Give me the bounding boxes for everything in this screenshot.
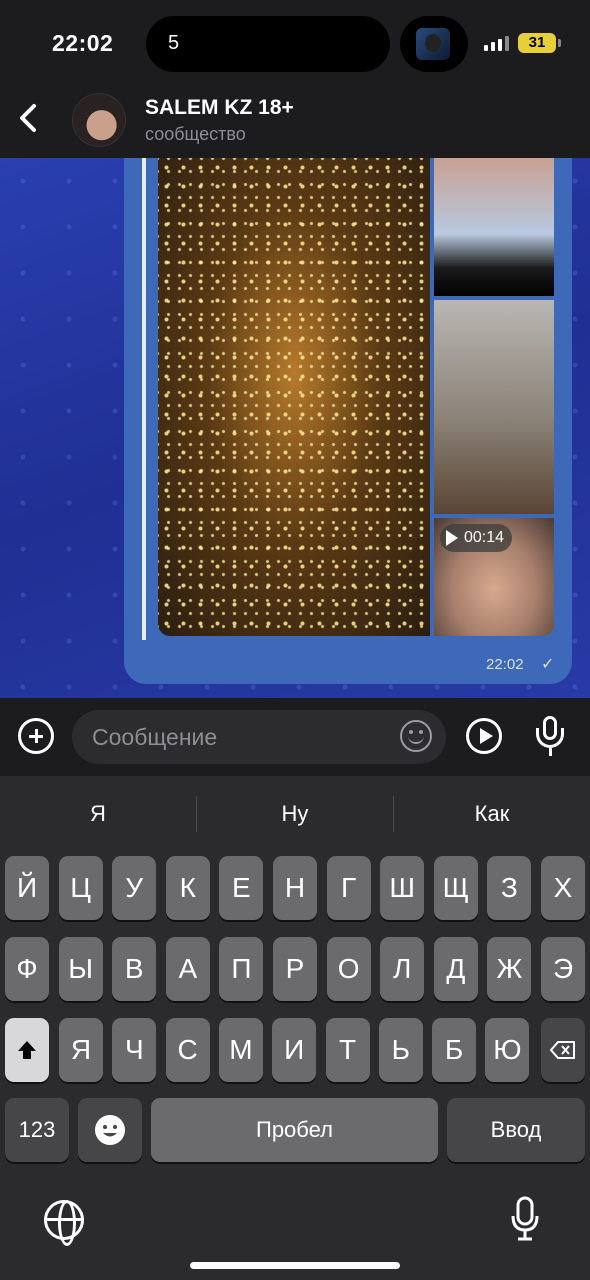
- backspace-icon: [550, 1041, 575, 1059]
- key-row3-6[interactable]: Ь: [378, 1018, 423, 1082]
- emoji-keyboard-key[interactable]: [78, 1098, 142, 1162]
- mic-icon-arc: [536, 728, 564, 748]
- backspace-key[interactable]: [541, 1018, 585, 1082]
- mic-icon-stem: [548, 748, 552, 756]
- key-row1-1[interactable]: Ц: [58, 856, 103, 920]
- media-photo-2[interactable]: [434, 158, 554, 296]
- suggestion-2[interactable]: Ну: [197, 776, 393, 852]
- key-row1-10[interactable]: Х: [541, 856, 585, 920]
- key-row3-8[interactable]: Ю: [485, 1018, 530, 1082]
- chat-header: SALEM KZ 18+ сообщество: [0, 84, 590, 158]
- forward-quote-bar: [142, 158, 146, 640]
- key-row1-9[interactable]: З: [487, 856, 532, 920]
- return-key[interactable]: Ввод: [447, 1098, 585, 1162]
- attach-button[interactable]: [18, 718, 54, 754]
- chevron-left-icon: [20, 104, 36, 132]
- message-input[interactable]: [72, 710, 446, 764]
- chat-subtitle: сообщество: [145, 124, 246, 144]
- voice-message-button[interactable]: [536, 716, 564, 758]
- island-counter: 5: [168, 32, 180, 54]
- key-row3-1[interactable]: Ч: [112, 1018, 157, 1082]
- key-row2-0[interactable]: Ф: [5, 937, 49, 1001]
- home-indicator[interactable]: [190, 1262, 400, 1269]
- emoji-icon[interactable]: [400, 720, 432, 752]
- video-message-button[interactable]: [466, 718, 502, 754]
- key-row1-4[interactable]: Е: [219, 856, 264, 920]
- status-bar: 22:02 5 31: [0, 0, 590, 84]
- emoji-icon: [95, 1115, 125, 1145]
- community-avatar[interactable]: [72, 93, 126, 147]
- key-row1-3[interactable]: К: [165, 856, 210, 920]
- signal-icon: [484, 36, 509, 51]
- live-activity-thumbnail: [416, 28, 450, 60]
- key-row3-0[interactable]: Я: [59, 1018, 103, 1082]
- back-button[interactable]: [12, 98, 48, 138]
- video-duration-badge: 00:14: [440, 524, 513, 552]
- shift-icon: [18, 1041, 36, 1059]
- key-row2-4[interactable]: П: [219, 937, 264, 1001]
- key-row2-10[interactable]: Э: [541, 937, 585, 1001]
- key-row3-3[interactable]: М: [218, 1018, 263, 1082]
- suggestion-3[interactable]: Как: [394, 776, 590, 852]
- dynamic-island[interactable]: 5: [146, 16, 390, 72]
- globe-icon[interactable]: [44, 1200, 84, 1246]
- key-row3-7[interactable]: Б: [432, 1018, 477, 1082]
- live-activity[interactable]: [400, 16, 468, 72]
- key-row2-1[interactable]: Ы: [58, 937, 103, 1001]
- checkmark-icon: ✓: [541, 656, 555, 673]
- battery-icon: 31: [518, 33, 556, 53]
- key-row1-8[interactable]: Щ: [433, 856, 478, 920]
- photo-lights-layer-2: [158, 158, 430, 636]
- composer-bar: [0, 698, 590, 776]
- video-duration: 00:14: [464, 529, 505, 546]
- numbers-key[interactable]: 123: [5, 1098, 69, 1162]
- status-time: 22:02: [52, 30, 114, 56]
- key-row2-6[interactable]: О: [326, 937, 371, 1001]
- space-key[interactable]: Пробел: [151, 1098, 438, 1162]
- key-row3-2[interactable]: С: [165, 1018, 210, 1082]
- suggestion-1[interactable]: Я: [0, 776, 196, 852]
- key-row2-2[interactable]: В: [112, 937, 157, 1001]
- key-row2-8[interactable]: Д: [433, 937, 478, 1001]
- chat-title[interactable]: SALEM KZ 18+: [145, 96, 294, 120]
- key-row2-5[interactable]: Р: [273, 937, 317, 1001]
- key-row3-4[interactable]: И: [272, 1018, 317, 1082]
- play-icon: [446, 530, 458, 546]
- chat-area[interactable]: 00:14 22:02 ✓: [0, 158, 590, 698]
- key-row3-5[interactable]: Т: [325, 1018, 370, 1082]
- key-row2-9[interactable]: Ж: [487, 937, 532, 1001]
- media-photo-main[interactable]: [158, 158, 430, 636]
- shift-key[interactable]: [5, 1018, 49, 1082]
- message-time: 22:02: [486, 656, 524, 673]
- media-photo-3[interactable]: [434, 300, 554, 514]
- key-row1-7[interactable]: Ш: [380, 856, 425, 920]
- key-row1-6[interactable]: Г: [326, 856, 371, 920]
- key-row1-2[interactable]: У: [112, 856, 157, 920]
- dictation-mic-icon[interactable]: [510, 1196, 540, 1242]
- key-row1-5[interactable]: Н: [273, 856, 317, 920]
- battery-tip: [558, 39, 561, 47]
- key-row2-7[interactable]: Л: [380, 937, 425, 1001]
- key-row2-3[interactable]: А: [165, 937, 210, 1001]
- key-row1-0[interactable]: Й: [5, 856, 49, 920]
